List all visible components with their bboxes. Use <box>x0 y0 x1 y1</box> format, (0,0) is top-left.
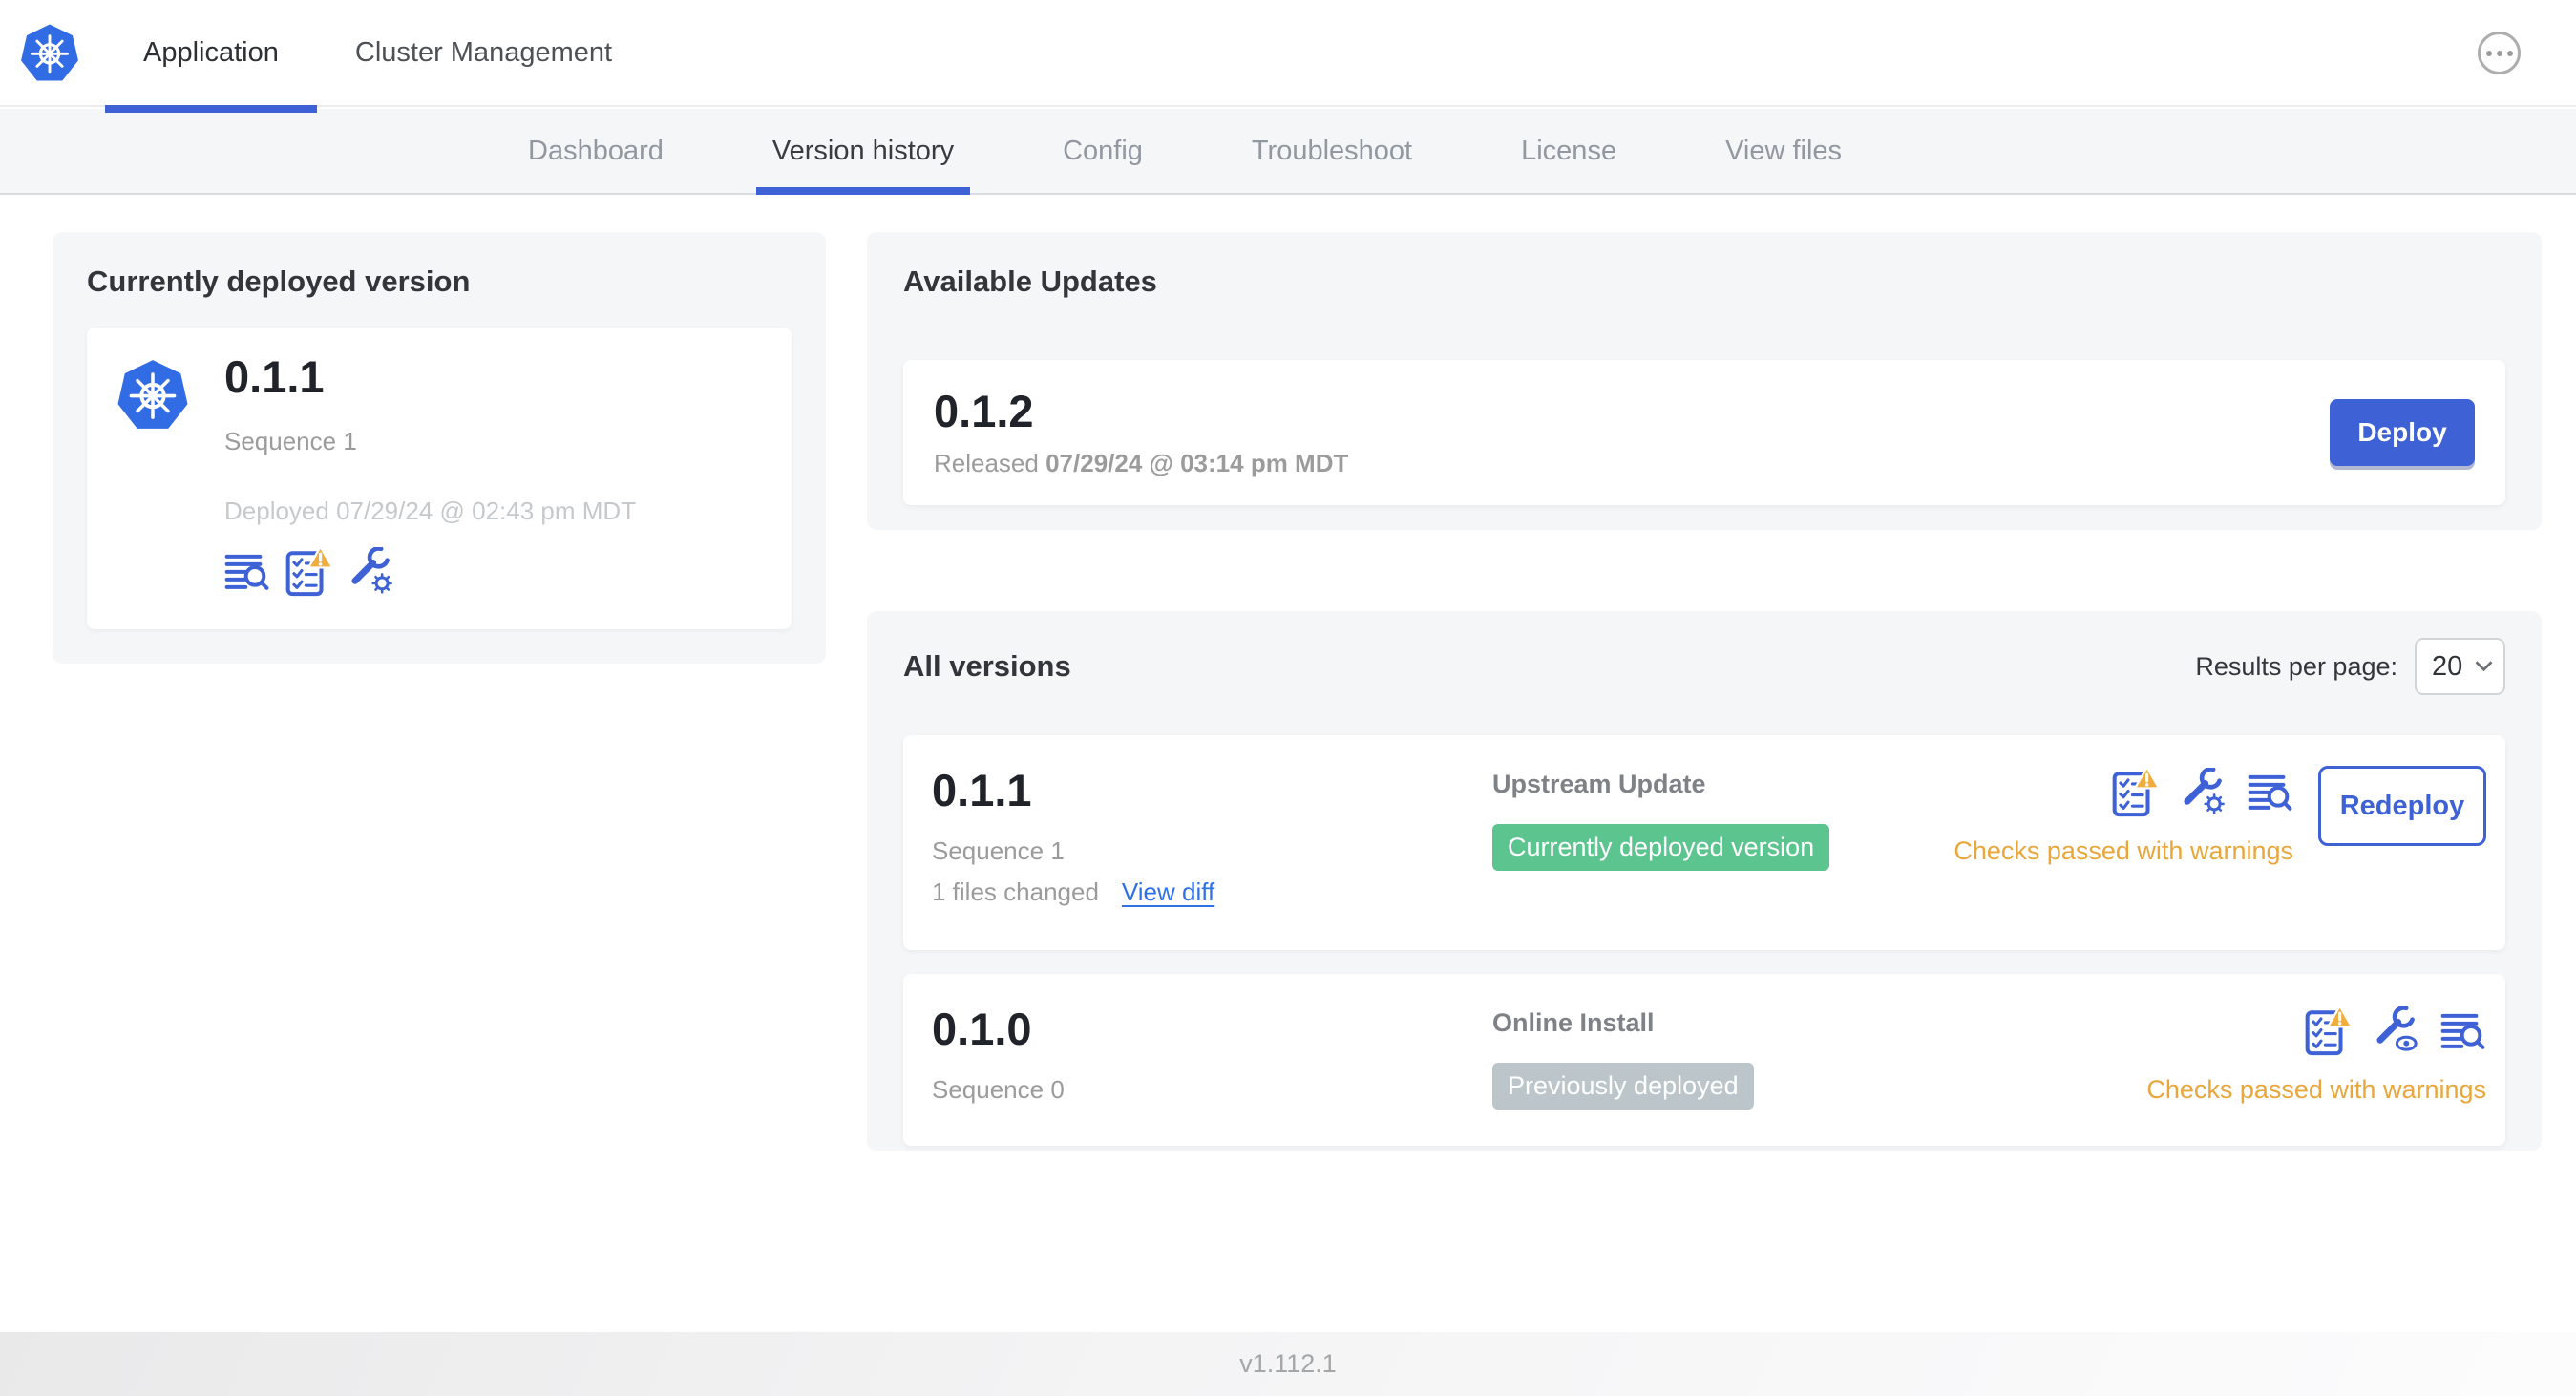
tab-version-history[interactable]: Version history <box>718 109 1008 195</box>
preflight-checks-warning-icon[interactable] <box>2305 1005 2353 1056</box>
tab-application[interactable]: Application <box>105 0 317 113</box>
ellipsis-icon <box>2485 50 2492 56</box>
tab-dashboard[interactable]: Dashboard <box>474 109 718 193</box>
row-version-number: 0.1.0 <box>932 1004 1032 1054</box>
available-updates-card: Available Updates 0.1.2 Released 07/29/2… <box>867 232 2542 530</box>
preflight-checks-warning-icon[interactable] <box>285 545 333 597</box>
version-row-actions: Checks passed with warnings <box>2146 1005 2486 1119</box>
row-sequence: Sequence 1 <box>932 835 1065 865</box>
released-date: 07/29/24 @ 03:14 pm MDT <box>1045 449 1349 478</box>
version-row-actions: Checks passed with warnings Redeploy <box>1953 766 2486 923</box>
previously-deployed-badge: Previously deployed <box>1492 1063 1754 1110</box>
update-version-number: 0.1.2 <box>934 385 1034 436</box>
row-files-changed: 1 files changed View diff <box>932 878 1492 907</box>
app-footer: v1.112.1 <box>0 1332 2576 1396</box>
version-row-source: Upstream Update Currently deployed versi… <box>1492 766 1953 923</box>
chevron-down-icon <box>2475 653 2493 671</box>
version-row-info: 0.1.0 Sequence 0 <box>932 1005 1492 1119</box>
files-changed-label: 1 files changed <box>932 877 1099 906</box>
current-version-deployed-timestamp: Deployed 07/29/24 @ 02:43 pm MDT <box>224 496 637 525</box>
version-row-actions-group: Checks passed with warnings <box>1953 766 2293 866</box>
currently-deployed-card: Currently deployed version 0.1.1 Sequenc… <box>53 232 826 664</box>
version-row-info: 0.1.1 Sequence 1 1 files changed View di… <box>932 766 1492 923</box>
edit-config-icon[interactable] <box>2181 768 2227 815</box>
all-versions-header: All versions Results per page: 20 <box>903 638 2505 695</box>
current-version-actions <box>224 545 636 597</box>
kubernetes-logo-icon <box>19 22 80 83</box>
view-diff-link[interactable]: View diff <box>1122 878 1214 907</box>
tab-cluster-management[interactable]: Cluster Management <box>317 0 650 105</box>
release-notes-icon[interactable] <box>2440 1010 2486 1050</box>
results-per-page: Results per page: 20 <box>2195 638 2505 695</box>
available-updates-title: Available Updates <box>903 264 1157 298</box>
tab-config[interactable]: Config <box>1008 109 1197 193</box>
results-per-page-select[interactable]: 20 <box>2415 638 2505 695</box>
available-update-row: 0.1.2 Released 07/29/24 @ 03:14 pm MDT D… <box>903 360 2505 505</box>
current-version-info: 0.1.1 Sequence 1 Deployed 07/29/24 @ 02:… <box>224 352 636 604</box>
row-source-label: Online Install <box>1492 1008 1655 1037</box>
tab-license[interactable]: License <box>1467 109 1671 193</box>
row-action-icons <box>2305 1005 2486 1056</box>
tab-view-files[interactable]: View files <box>1671 109 1896 193</box>
version-row-0-1-0: 0.1.0 Sequence 0 Online Install Previous… <box>903 974 2505 1146</box>
release-notes-icon[interactable] <box>2248 772 2293 812</box>
released-label: Released <box>934 449 1039 478</box>
available-update-info: 0.1.2 Released 07/29/24 @ 03:14 pm MDT <box>934 385 1348 479</box>
tab-troubleshoot[interactable]: Troubleshoot <box>1197 109 1467 193</box>
version-row-source: Online Install Previously deployed <box>1492 1005 2146 1119</box>
app-subnav: Dashboard Version history Config Trouble… <box>0 109 2576 195</box>
console-version: v1.112.1 <box>1239 1349 1337 1378</box>
kubernetes-app-icon <box>116 358 190 431</box>
results-per-page-value: 20 <box>2432 650 2463 682</box>
all-versions-card: All versions Results per page: 20 0.1.1 … <box>867 611 2542 1151</box>
deploy-button[interactable]: Deploy <box>2330 399 2475 466</box>
redeploy-button[interactable]: Redeploy <box>2318 766 2486 846</box>
currently-deployed-badge: Currently deployed version <box>1492 824 1830 871</box>
preflight-checks-warning-icon[interactable] <box>2112 766 2160 817</box>
currently-deployed-version-panel: 0.1.1 Sequence 1 Deployed 07/29/24 @ 02:… <box>87 328 792 629</box>
current-version-number: 0.1.1 <box>224 351 325 402</box>
ellipsis-icon <box>2506 50 2513 56</box>
ellipsis-icon <box>2496 50 2502 56</box>
header-tabs: Application Cluster Management <box>105 0 650 113</box>
release-notes-icon[interactable] <box>224 551 270 591</box>
version-history-page: Application Cluster Management Dashboard… <box>0 0 2576 1396</box>
preflight-status-link[interactable]: Checks passed with warnings <box>2146 1075 2486 1105</box>
row-action-icons <box>2112 766 2293 817</box>
row-source-label: Upstream Update <box>1492 770 1706 798</box>
update-released-timestamp: Released 07/29/24 @ 03:14 pm MDT <box>934 449 1348 478</box>
ellipsis-menu-button[interactable] <box>2478 32 2521 74</box>
row-version-number: 0.1.1 <box>932 765 1032 815</box>
app-header: Application Cluster Management <box>0 0 2576 113</box>
currently-deployed-title: Currently deployed version <box>87 264 471 298</box>
view-config-icon[interactable] <box>2374 1006 2419 1054</box>
all-versions-title: All versions <box>903 649 1071 683</box>
preflight-status-link[interactable]: Checks passed with warnings <box>1953 836 2293 866</box>
version-row-actions-group: Checks passed with warnings <box>2146 1005 2486 1105</box>
edit-config-icon[interactable] <box>348 547 394 595</box>
results-per-page-label: Results per page: <box>2195 651 2397 681</box>
row-sequence: Sequence 0 <box>932 1074 1065 1104</box>
current-version-sequence: Sequence 1 <box>224 426 357 455</box>
version-row-0-1-1: 0.1.1 Sequence 1 1 files changed View di… <box>903 735 2505 950</box>
